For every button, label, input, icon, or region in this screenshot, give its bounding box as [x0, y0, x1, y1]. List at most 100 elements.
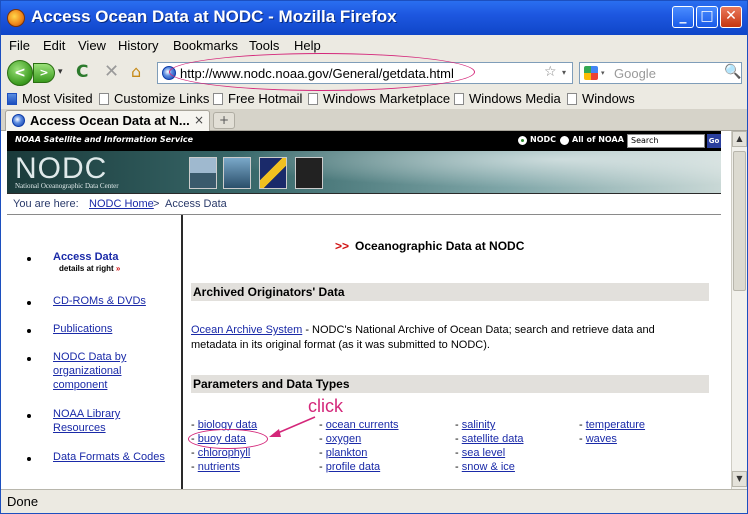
- bookmark-label: Free Hotmail: [228, 91, 303, 106]
- tab-access-ocean-data[interactable]: Access Ocean Data at N... ×: [5, 110, 210, 131]
- param-item: - chlorophyll: [191, 447, 251, 459]
- main-content: >> Oceanographic Data at NODC Archived Or…: [185, 215, 721, 489]
- noaa-service-label: NOAA Satellite and Information Service: [15, 135, 194, 144]
- buoy-thumbnail: [223, 157, 251, 189]
- bookmarks-toolbar: Most Visited Customize Links Free Hotmai…: [1, 89, 747, 109]
- radio-nodc[interactable]: [518, 136, 527, 145]
- param-item: - ocean currents: [319, 419, 399, 431]
- navigation-toolbar: < > ▾ C ✕ ⌂ http://www.nodc.noaa.gov/Gen…: [1, 57, 747, 89]
- page-viewport: NOAA Satellite and Information Service N…: [1, 131, 747, 489]
- double-arrow-icon: »: [115, 264, 121, 273]
- search-engine-dropdown-icon[interactable]: ▾: [601, 69, 605, 77]
- param-link-waves[interactable]: waves: [586, 433, 617, 445]
- param-link-sea-level[interactable]: sea level: [462, 447, 505, 459]
- url-dropdown-icon[interactable]: ▾: [562, 68, 566, 77]
- chart-thumbnail: [259, 157, 287, 189]
- param-link-satellite-data[interactable]: satellite data: [462, 433, 524, 445]
- param-item: - snow & ice: [455, 461, 515, 473]
- param-link-snow-ice[interactable]: snow & ice: [462, 461, 515, 473]
- forward-button[interactable]: >: [33, 63, 55, 83]
- param-item: - temperature: [579, 419, 646, 431]
- stop-icon[interactable]: ✕: [104, 61, 119, 82]
- nav-cdroms-dvds[interactable]: CD-ROMs & DVDs: [53, 294, 175, 308]
- search-input[interactable]: Google: [614, 66, 656, 81]
- breadcrumb-prefix: You are here:: [13, 198, 79, 210]
- param-link-oxygen[interactable]: oxygen: [326, 433, 361, 445]
- noaa-go-button[interactable]: Go: [707, 134, 721, 148]
- menu-view[interactable]: View: [78, 38, 106, 53]
- param-link-buoy-data[interactable]: buoy data: [198, 433, 246, 445]
- radio-all-noaa-label: All of NOAA: [572, 135, 624, 144]
- scroll-up-icon[interactable]: ▲: [732, 131, 747, 147]
- param-link-ocean-currents[interactable]: ocean currents: [326, 419, 399, 431]
- param-link-salinity[interactable]: salinity: [462, 419, 496, 431]
- param-link-chlorophyll[interactable]: chlorophyll: [198, 447, 251, 459]
- radio-nodc-label: NODC: [530, 135, 557, 144]
- title-bar[interactable]: Access Ocean Data at NODC - Mozilla Fire…: [1, 1, 747, 35]
- back-button[interactable]: <: [7, 60, 33, 86]
- menu-help[interactable]: Help: [294, 38, 321, 53]
- page-icon: [567, 93, 577, 105]
- bookmark-free-hotmail[interactable]: Free Hotmail: [213, 91, 302, 106]
- section-archived-data: Archived Originators' Data: [191, 283, 709, 301]
- window-title: Access Ocean Data at NODC - Mozilla Fire…: [31, 7, 397, 26]
- bookmark-most-visited[interactable]: Most Visited: [7, 91, 93, 106]
- param-link-plankton[interactable]: plankton: [326, 447, 368, 459]
- nav-nodc-data-by-component[interactable]: NODC Data by organizational component: [53, 350, 175, 392]
- nav-data-formats[interactable]: Data Formats & Codes: [53, 450, 175, 464]
- param-link-nutrients[interactable]: nutrients: [198, 461, 240, 473]
- noaa-top-strip: NOAA Satellite and Information Service N…: [7, 131, 721, 151]
- breadcrumb-home-link[interactable]: NODC Home: [89, 198, 154, 210]
- search-icon[interactable]: 🔍: [724, 64, 741, 80]
- tab-favicon-icon: [12, 114, 25, 127]
- search-engine-icon[interactable]: [584, 66, 598, 80]
- reload-icon[interactable]: C: [76, 62, 88, 82]
- url-bar[interactable]: http://www.nodc.noaa.gov/General/getdata…: [157, 62, 573, 84]
- scrollbar-thumb[interactable]: [733, 151, 746, 291]
- ocean-archive-link[interactable]: Ocean Archive System: [191, 324, 302, 336]
- nav-bullet-icon: [27, 257, 31, 261]
- maximize-button[interactable]: □: [696, 6, 718, 28]
- nav-noaa-library[interactable]: NOAA Library Resources: [53, 407, 175, 435]
- bookmark-label: Windows Media: [469, 91, 561, 106]
- breadcrumb-separator: >: [153, 198, 160, 210]
- param-link-temperature[interactable]: temperature: [586, 419, 645, 431]
- minimize-button[interactable]: _: [672, 6, 694, 28]
- nodc-logo-subtitle: National Oceanographic Data Center: [15, 182, 119, 190]
- page-icon: [454, 93, 464, 105]
- history-dropdown-icon[interactable]: ▾: [58, 67, 63, 77]
- menu-bookmarks[interactable]: Bookmarks: [173, 38, 238, 53]
- param-link-profile-data[interactable]: profile data: [326, 461, 380, 473]
- param-item: - oxygen: [319, 433, 362, 445]
- search-bar[interactable]: ▾ Google 🔍: [579, 62, 742, 84]
- menu-edit[interactable]: Edit: [43, 38, 65, 53]
- menu-history[interactable]: History: [118, 38, 158, 53]
- home-icon[interactable]: ⌂: [131, 62, 141, 81]
- menu-file[interactable]: File: [9, 38, 30, 53]
- bookmark-star-icon[interactable]: ☆: [544, 64, 557, 80]
- nav-publications[interactable]: Publications: [53, 322, 175, 336]
- radio-all-noaa[interactable]: [560, 136, 569, 145]
- nav-access-data[interactable]: Access Data: [53, 250, 175, 264]
- url-text[interactable]: http://www.nodc.noaa.gov/General/getdata…: [180, 66, 454, 81]
- param-link-biology-data[interactable]: biology data: [198, 419, 257, 431]
- scroll-down-icon[interactable]: ▼: [732, 471, 747, 487]
- site-favicon-icon[interactable]: [162, 66, 176, 80]
- new-tab-button[interactable]: +: [213, 112, 235, 129]
- param-item: - buoy data: [191, 433, 247, 445]
- close-tab-icon[interactable]: ×: [194, 113, 204, 127]
- nodc-logo[interactable]: NODC: [15, 152, 107, 186]
- bookmark-windows[interactable]: Windows: [567, 91, 635, 106]
- vertical-scrollbar[interactable]: ▲ ▼: [731, 131, 747, 489]
- noaa-search-input[interactable]: Search: [627, 134, 705, 148]
- menu-tools[interactable]: Tools: [249, 38, 279, 53]
- firefox-icon: [7, 9, 25, 27]
- click-annotation-label: click: [308, 396, 343, 416]
- bookmark-windows-media[interactable]: Windows Media: [454, 91, 561, 106]
- bookmark-windows-marketplace[interactable]: Windows Marketplace: [308, 91, 450, 106]
- close-window-button[interactable]: ✕: [720, 6, 742, 28]
- archive-description: Ocean Archive System - NODC's National A…: [191, 323, 701, 353]
- instrument-thumbnail: [295, 157, 323, 189]
- param-item: - waves: [579, 433, 617, 445]
- bookmark-customize-links[interactable]: Customize Links: [99, 91, 209, 106]
